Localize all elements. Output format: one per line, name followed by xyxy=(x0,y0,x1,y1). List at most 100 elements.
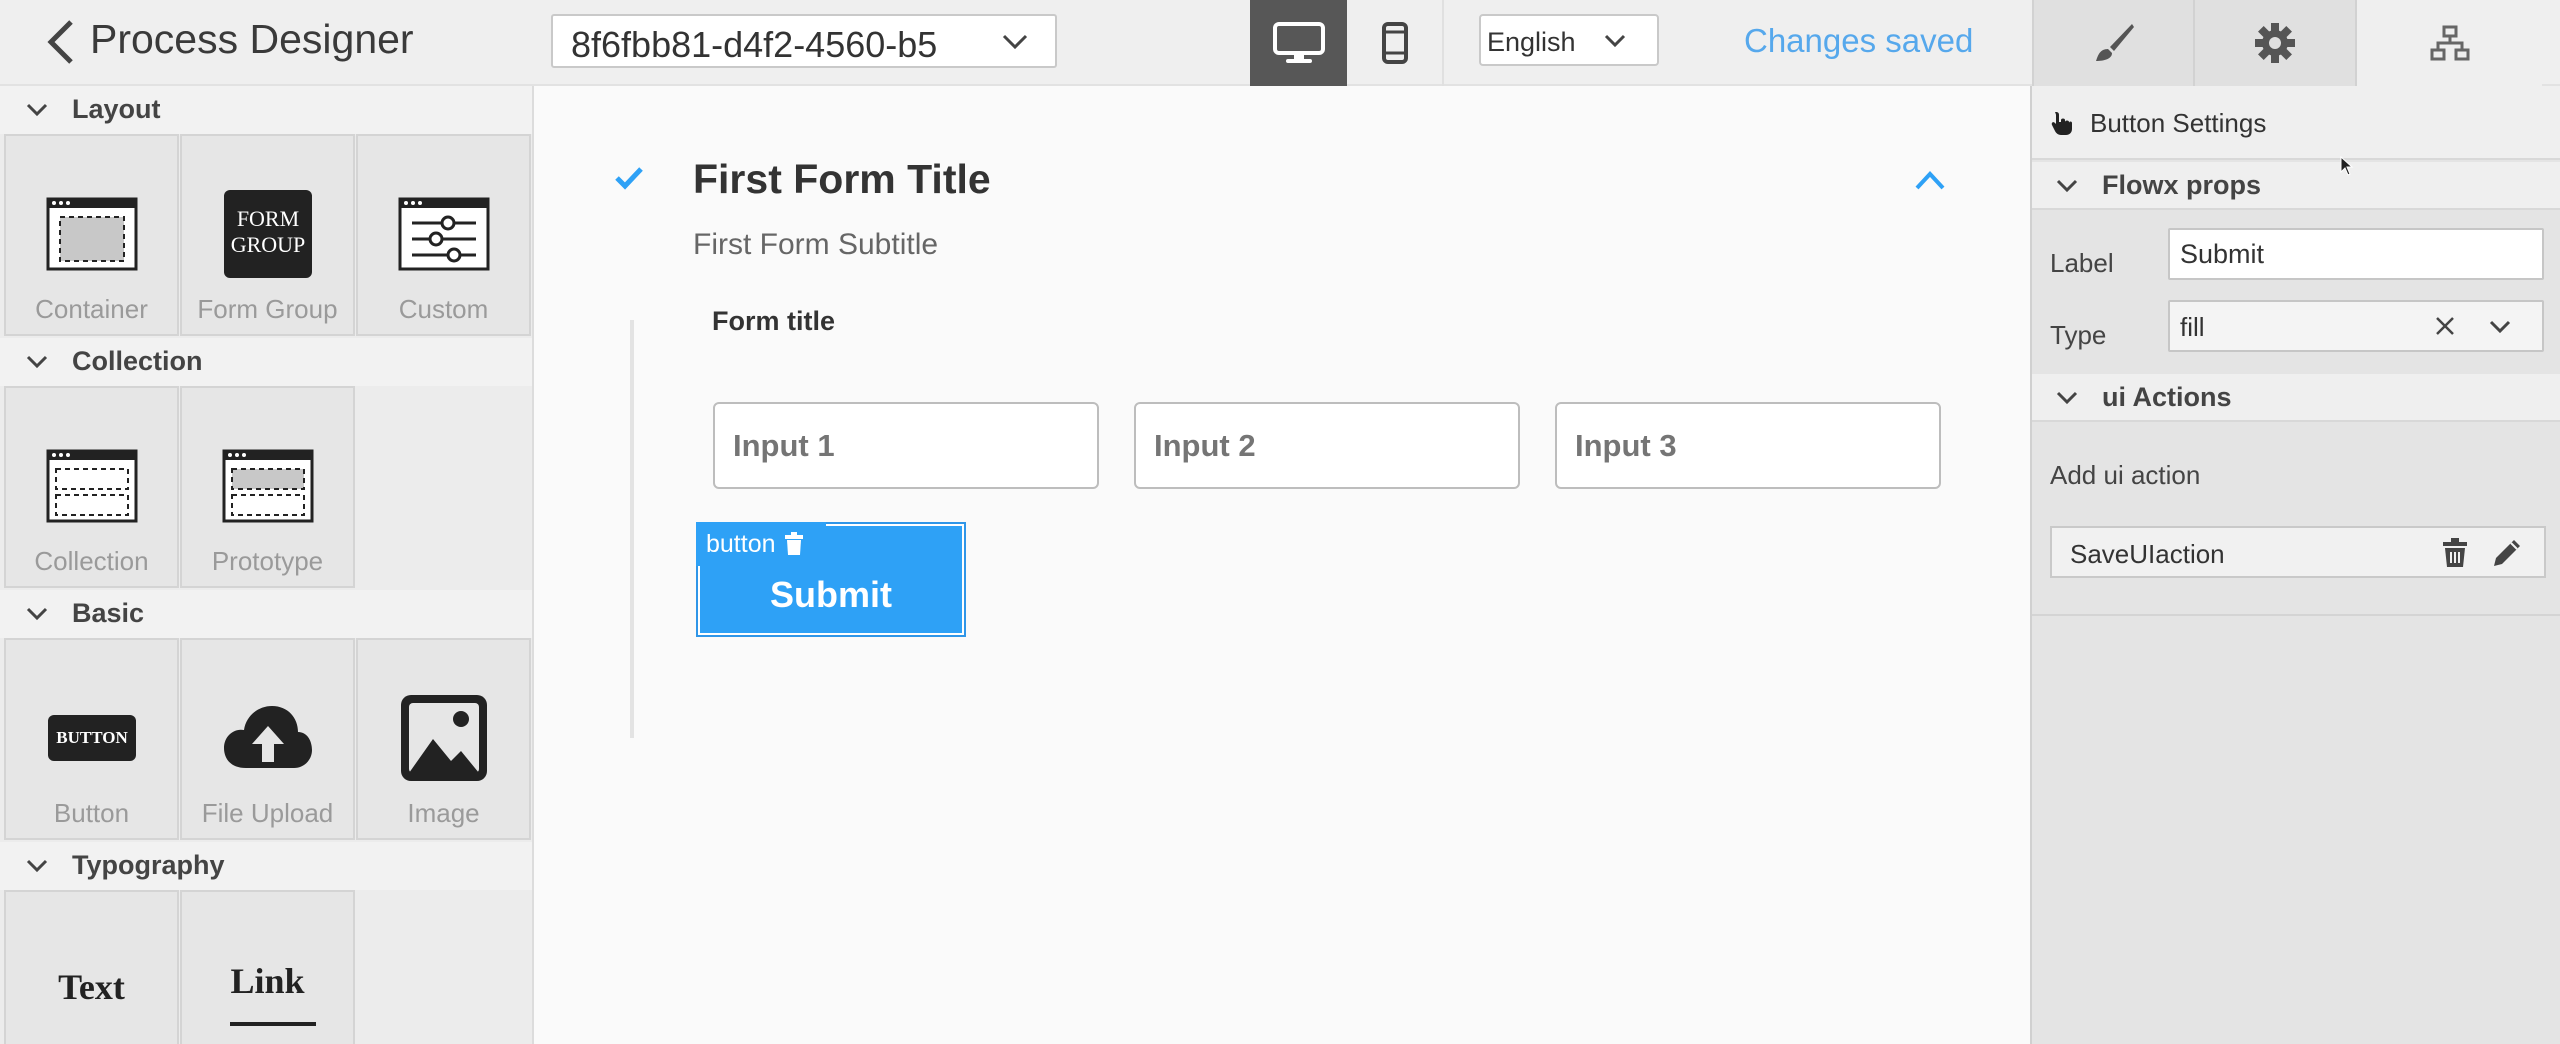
palette-item-text[interactable]: Text xyxy=(4,890,179,1044)
label-field-input[interactable] xyxy=(2168,228,2544,280)
properties-panel: Button Settings Flowx props Label Type f… xyxy=(2030,86,2560,1044)
input-1[interactable] xyxy=(713,402,1099,489)
button-glyph: BUTTON xyxy=(56,728,128,747)
chevron-down-icon[interactable] xyxy=(2488,318,2512,336)
chevron-down-icon xyxy=(26,355,48,369)
palette-item-custom[interactable]: Custom xyxy=(356,134,531,336)
clear-icon[interactable] xyxy=(2434,315,2456,337)
palette-item-link[interactable]: Link xyxy=(180,890,355,1044)
input-3[interactable] xyxy=(1555,402,1941,489)
brush-icon xyxy=(2095,24,2134,61)
form-group-title: Form title xyxy=(712,306,836,336)
form-group-icon: FORM GROUP xyxy=(224,190,312,278)
palette-item-form-group[interactable]: FORM GROUP Form Group xyxy=(180,134,355,336)
properties-title: Button Settings xyxy=(2090,108,2267,138)
sitemap-icon xyxy=(2430,25,2469,61)
input-2[interactable] xyxy=(1134,402,1520,489)
hand-pointer-icon xyxy=(2051,112,2072,135)
palette-item-file-upload[interactable]: File Upload xyxy=(180,638,355,840)
desktop-icon xyxy=(1272,22,1325,63)
chevron-down-icon xyxy=(1604,34,1626,48)
chevron-down-icon xyxy=(26,607,48,621)
group-flowx-props[interactable]: Flowx props xyxy=(2032,162,2560,210)
chevron-up-icon[interactable] xyxy=(1914,168,1946,192)
pencil-icon[interactable] xyxy=(2492,538,2522,568)
chevron-left-icon xyxy=(47,20,73,64)
section-title: Layout xyxy=(72,94,161,124)
save-status: Changes saved xyxy=(1744,22,1974,59)
palette-item-label: Collection xyxy=(34,546,149,576)
prototype-icon xyxy=(222,449,314,523)
tab-settings[interactable] xyxy=(2193,0,2355,86)
ui-action-item[interactable]: SaveUIaction xyxy=(2050,526,2546,578)
form-title[interactable]: First Form Title xyxy=(693,156,991,203)
text-glyph: Text xyxy=(58,967,125,1007)
group-ui-actions[interactable]: ui Actions xyxy=(2032,374,2560,422)
top-bar: Process Designer 8f6fbb81-d4f2-4560-b5 E… xyxy=(0,0,2560,86)
button-icon: BUTTON xyxy=(48,715,136,761)
palette-item-button[interactable]: BUTTON Button xyxy=(4,638,179,840)
palette-item-label: File Upload xyxy=(201,798,334,828)
image-icon xyxy=(401,695,487,781)
chevron-down-icon xyxy=(1002,34,1028,50)
check-icon xyxy=(615,167,643,190)
label-field-label: Label xyxy=(2050,248,2114,278)
ui-action-name: SaveUIaction xyxy=(2070,539,2225,569)
palette-item-label: Image xyxy=(407,798,480,828)
section-layout[interactable]: Layout xyxy=(0,86,532,134)
desktop-view-button[interactable] xyxy=(1250,0,1347,86)
link-glyph: Link xyxy=(230,961,305,1001)
app-title: Process Designer xyxy=(90,16,414,62)
palette-item-prototype[interactable]: Prototype xyxy=(180,386,355,588)
process-select[interactable]: 8f6fbb81-d4f2-4560-b5 xyxy=(551,14,1057,68)
link-underline xyxy=(230,1022,316,1026)
container-icon xyxy=(46,197,138,271)
palette-item-container[interactable]: Container xyxy=(4,134,179,336)
design-canvas[interactable]: First Form Title First Form Subtitle For… xyxy=(534,86,2030,1044)
tab-structure[interactable] xyxy=(2355,0,2542,86)
selected-button-wrapper[interactable]: Submit button xyxy=(696,522,966,637)
palette-item-label: Custom xyxy=(398,294,489,324)
palette-item-label: Prototype xyxy=(211,546,324,576)
section-title: Typography xyxy=(72,850,225,880)
chevron-down-icon xyxy=(2056,179,2078,193)
palette-item-image[interactable]: Image xyxy=(356,638,531,840)
chevron-down-icon xyxy=(2056,391,2078,405)
language-select-value: English xyxy=(1487,27,1576,57)
cloud-upload-icon xyxy=(224,706,312,768)
form-group-border xyxy=(630,320,634,738)
trash-icon[interactable] xyxy=(2442,538,2468,568)
back-button[interactable] xyxy=(40,14,80,70)
mouse-cursor-icon xyxy=(2340,156,2354,176)
type-select[interactable]: fill xyxy=(2168,300,2544,352)
mobile-icon xyxy=(1381,22,1408,64)
element-tag-label: button xyxy=(706,529,776,558)
language-select[interactable]: English xyxy=(1479,14,1659,66)
section-collection[interactable]: Collection xyxy=(0,338,532,386)
chevron-down-icon xyxy=(26,859,48,873)
group-title: ui Actions xyxy=(2102,382,2232,412)
mobile-view-button[interactable] xyxy=(1347,0,1444,86)
tab-styles[interactable] xyxy=(2032,0,2193,86)
group-title: Flowx props xyxy=(2102,170,2262,200)
sliders-icon xyxy=(398,197,490,271)
form-group-glyph: FORM GROUP xyxy=(230,206,306,257)
trash-icon[interactable] xyxy=(784,532,804,556)
palette-item-collection[interactable]: Collection xyxy=(4,386,179,588)
component-palette: Layout Container FORM GROUP Form Group C… xyxy=(0,86,534,1044)
process-select-value: 8f6fbb81-d4f2-4560-b5 xyxy=(571,24,938,65)
properties-header: Button Settings xyxy=(2032,86,2560,160)
palette-item-label: Container xyxy=(35,294,148,324)
gear-icon xyxy=(2255,23,2295,63)
section-typography[interactable]: Typography xyxy=(0,842,532,890)
section-basic[interactable]: Basic xyxy=(0,590,532,638)
form-subtitle: First Form Subtitle xyxy=(693,228,939,261)
element-tag: button xyxy=(696,522,826,566)
chevron-down-icon xyxy=(26,103,48,117)
section-title: Basic xyxy=(72,598,145,628)
add-ui-action-link[interactable]: Add ui action xyxy=(2050,460,2200,491)
palette-item-label: Form Group xyxy=(197,294,338,324)
type-select-value: fill xyxy=(2180,312,2205,342)
section-title: Collection xyxy=(72,346,203,376)
palette-item-label: Button xyxy=(53,798,130,828)
